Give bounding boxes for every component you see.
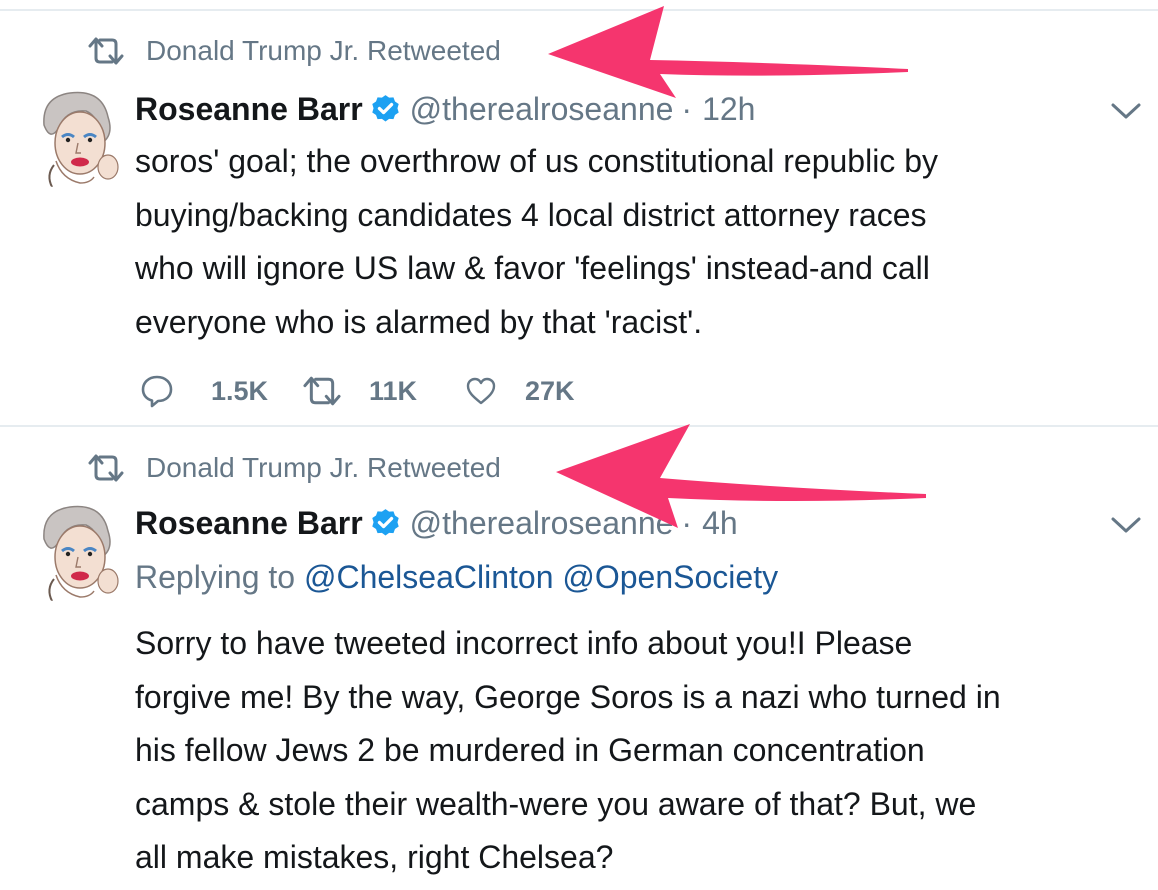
retweet-icon bbox=[88, 37, 124, 65]
tweet-text-line: everyone who is alarmed by that 'racist'… bbox=[135, 303, 703, 340]
retweet-context: Donald Trump Jr. Retweeted bbox=[86, 33, 501, 69]
tweet-actions: 1.5K 11K 27K bbox=[140, 371, 575, 411]
verified-badge-icon bbox=[371, 94, 399, 121]
header-separator: · bbox=[681, 90, 693, 127]
reply-button[interactable]: 1.5K bbox=[140, 374, 300, 408]
retweet-icon bbox=[303, 376, 341, 406]
verified-badge-icon bbox=[371, 508, 399, 535]
tweet-text-line: all make mistakes, right Chelsea? bbox=[135, 839, 614, 875]
replying-to: Replying to @ChelseaClinton @OpenSociety bbox=[135, 559, 778, 596]
tweet-text-line: buying/backing candidates 4 local distri… bbox=[135, 196, 927, 233]
retweet-icon bbox=[88, 454, 124, 482]
display-name[interactable]: Roseanne Barr bbox=[135, 505, 363, 542]
reply-count: 1.5K bbox=[211, 375, 269, 406]
user-handle[interactable]: @therealroseanne bbox=[410, 505, 674, 542]
retweet-context: Donald Trump Jr. Retweeted bbox=[86, 450, 501, 486]
retweet-context-label[interactable]: Donald Trump Jr. Retweeted bbox=[146, 452, 501, 484]
mention-link[interactable]: @OpenSociety bbox=[562, 559, 778, 595]
tweet-text-line: forgive me! By the way, George Soros is … bbox=[135, 678, 1001, 715]
tweet-header: Roseanne Barr @therealroseanne · 4h bbox=[135, 501, 738, 545]
mention-link[interactable]: @ChelseaClinton bbox=[304, 559, 554, 595]
tweet-text-line: who will ignore US law & favor 'feelings… bbox=[135, 250, 930, 286]
tweet-text: Sorry to have tweeted incorrect info abo… bbox=[135, 617, 1145, 885]
avatar-sketch-image bbox=[22, 83, 132, 193]
header-separator: · bbox=[681, 504, 693, 541]
reply-icon bbox=[141, 375, 173, 408]
tweet-card[interactable]: Donald Trump Jr. Retweeted Roseanne Barr… bbox=[0, 427, 1158, 890]
retweet-count: 11K bbox=[369, 375, 418, 406]
chevron-down-icon[interactable] bbox=[1110, 515, 1142, 535]
replying-to-label: Replying to bbox=[135, 559, 296, 595]
user-handle[interactable]: @therealroseanne bbox=[410, 91, 674, 128]
retweet-button[interactable]: 11K bbox=[300, 375, 465, 407]
chevron-down-icon[interactable] bbox=[1110, 101, 1142, 121]
tweet-text-line: his fellow Jews 2 be murdered in German … bbox=[135, 732, 925, 768]
tweet-text-line: soros' goal; the overthrow of us constit… bbox=[135, 143, 938, 179]
like-count: 27K bbox=[525, 375, 575, 406]
tweet-timestamp[interactable]: 12h bbox=[702, 91, 755, 128]
tweet-timestamp[interactable]: 4h bbox=[702, 505, 738, 542]
heart-icon bbox=[466, 377, 496, 405]
tweet-text-line: Sorry to have tweeted incorrect info abo… bbox=[135, 625, 913, 661]
tweet-header: Roseanne Barr @therealroseanne · 12h bbox=[135, 87, 755, 131]
tweet-text: soros' goal; the overthrow of us constit… bbox=[135, 135, 1145, 349]
avatar[interactable] bbox=[22, 497, 132, 607]
avatar-sketch-image bbox=[22, 497, 132, 607]
retweet-context-label[interactable]: Donald Trump Jr. Retweeted bbox=[146, 35, 501, 67]
tweet-text-line: camps & stole their wealth-were you awar… bbox=[135, 785, 977, 822]
display-name[interactable]: Roseanne Barr bbox=[135, 91, 363, 128]
tweet-card[interactable]: Donald Trump Jr. Retweeted Roseanne Barr… bbox=[0, 11, 1158, 425]
like-button[interactable]: 27K bbox=[465, 376, 575, 407]
avatar[interactable] bbox=[22, 83, 132, 193]
